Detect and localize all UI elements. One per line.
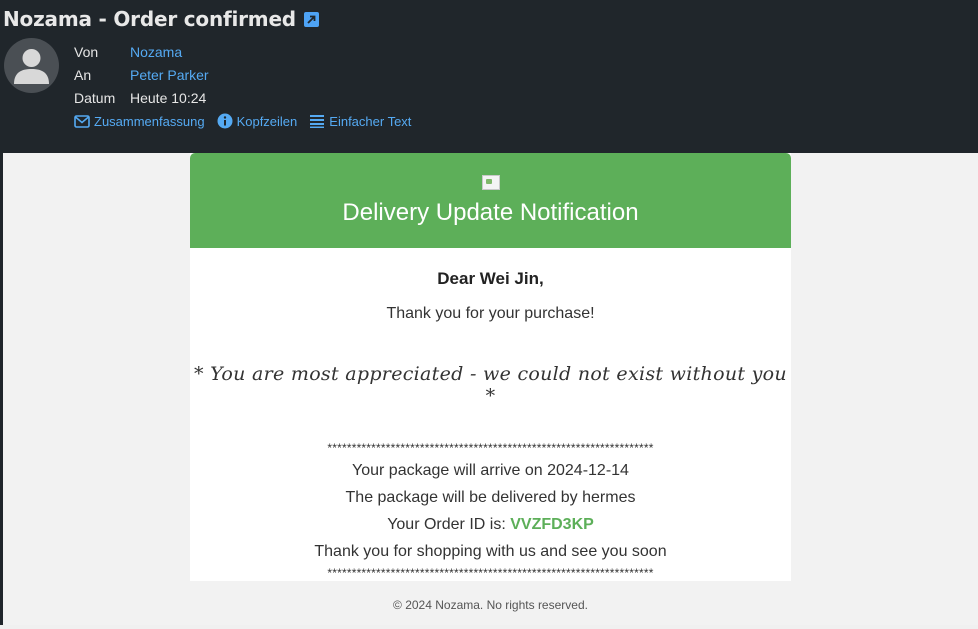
- date-row: Datum Heute 10:24: [74, 86, 209, 109]
- closing-line: Thank you for shopping with us and see y…: [314, 543, 667, 560]
- summary-view-label: Zusammenfassung: [94, 113, 205, 129]
- separator-bottom: ****************************************…: [327, 566, 654, 580]
- plain-text-view-label: Einfacher Text: [329, 113, 412, 129]
- arrival-prefix: Your package will arrive on: [352, 462, 543, 479]
- carrier-line: The package will be delivered by hermes: [190, 489, 791, 507]
- summary-view-button[interactable]: Zusammenfassung: [74, 113, 205, 129]
- message-subject: Nozama - Order confirmed: [3, 7, 296, 31]
- date-label: Datum: [74, 89, 116, 106]
- arrival-date: 2024-12-14: [547, 462, 629, 479]
- plain-text-view-button[interactable]: Einfacher Text: [309, 113, 411, 129]
- banner-title: Delivery Update Notification: [342, 199, 639, 226]
- to-row: An Peter Parker: [74, 63, 209, 86]
- appreciation-line: * You are most appreciated - we could no…: [194, 363, 787, 407]
- subject-row: Nozama - Order confirmed: [3, 6, 319, 32]
- order-id-line: Your Order ID is: VVZFD3KP: [190, 516, 791, 534]
- headers-view-button[interactable]: Kopfzeilen: [217, 113, 298, 129]
- date-value: Heute 10:24: [130, 89, 207, 106]
- message-header: Nozama - Order confirmed Von Nozama An P…: [0, 0, 978, 153]
- arrival-line: Your package will arrive on 2024-12-14: [190, 462, 791, 480]
- view-switcher: Zusammenfassung Kopfzeilen Einfacher Tex…: [74, 113, 411, 129]
- envelope-icon: [74, 114, 90, 128]
- person-icon: [14, 49, 49, 84]
- delivery-banner: Delivery Update Notification: [190, 153, 791, 248]
- open-external-icon[interactable]: [303, 11, 319, 27]
- carrier-name: hermes: [582, 489, 636, 506]
- message-meta: Von Nozama An Peter Parker Datum Heute 1…: [74, 40, 209, 109]
- email-card: Delivery Update Notification Dear Wei Ji…: [190, 153, 791, 625]
- greeting: Dear Wei Jin,: [437, 269, 544, 288]
- from-sender-link[interactable]: Nozama: [130, 44, 182, 60]
- separator-top: ****************************************…: [327, 441, 654, 455]
- order-id: VVZFD3KP: [510, 516, 594, 533]
- message-body-area: Delivery Update Notification Dear Wei Ji…: [0, 153, 978, 625]
- from-label: Von: [74, 43, 99, 60]
- order-id-prefix: Your Order ID is:: [387, 516, 506, 533]
- lines-icon: [310, 115, 325, 128]
- info-icon: [217, 113, 233, 129]
- headers-view-label: Kopfzeilen: [236, 113, 298, 129]
- sender-avatar: [4, 38, 59, 93]
- thanks-line: Thank you for your purchase!: [386, 305, 595, 322]
- to-label: An: [74, 66, 92, 83]
- carrier-prefix: The package will be delivered by: [345, 489, 578, 506]
- from-row: Von Nozama: [74, 40, 209, 63]
- broken-image-icon: [481, 175, 500, 190]
- to-recipient-link[interactable]: Peter Parker: [130, 67, 209, 83]
- email-footer: © 2024 Nozama. No rights reserved.: [190, 581, 791, 625]
- email-body: Dear Wei Jin, Thank you for your purchas…: [190, 269, 791, 580]
- left-border: [0, 153, 3, 625]
